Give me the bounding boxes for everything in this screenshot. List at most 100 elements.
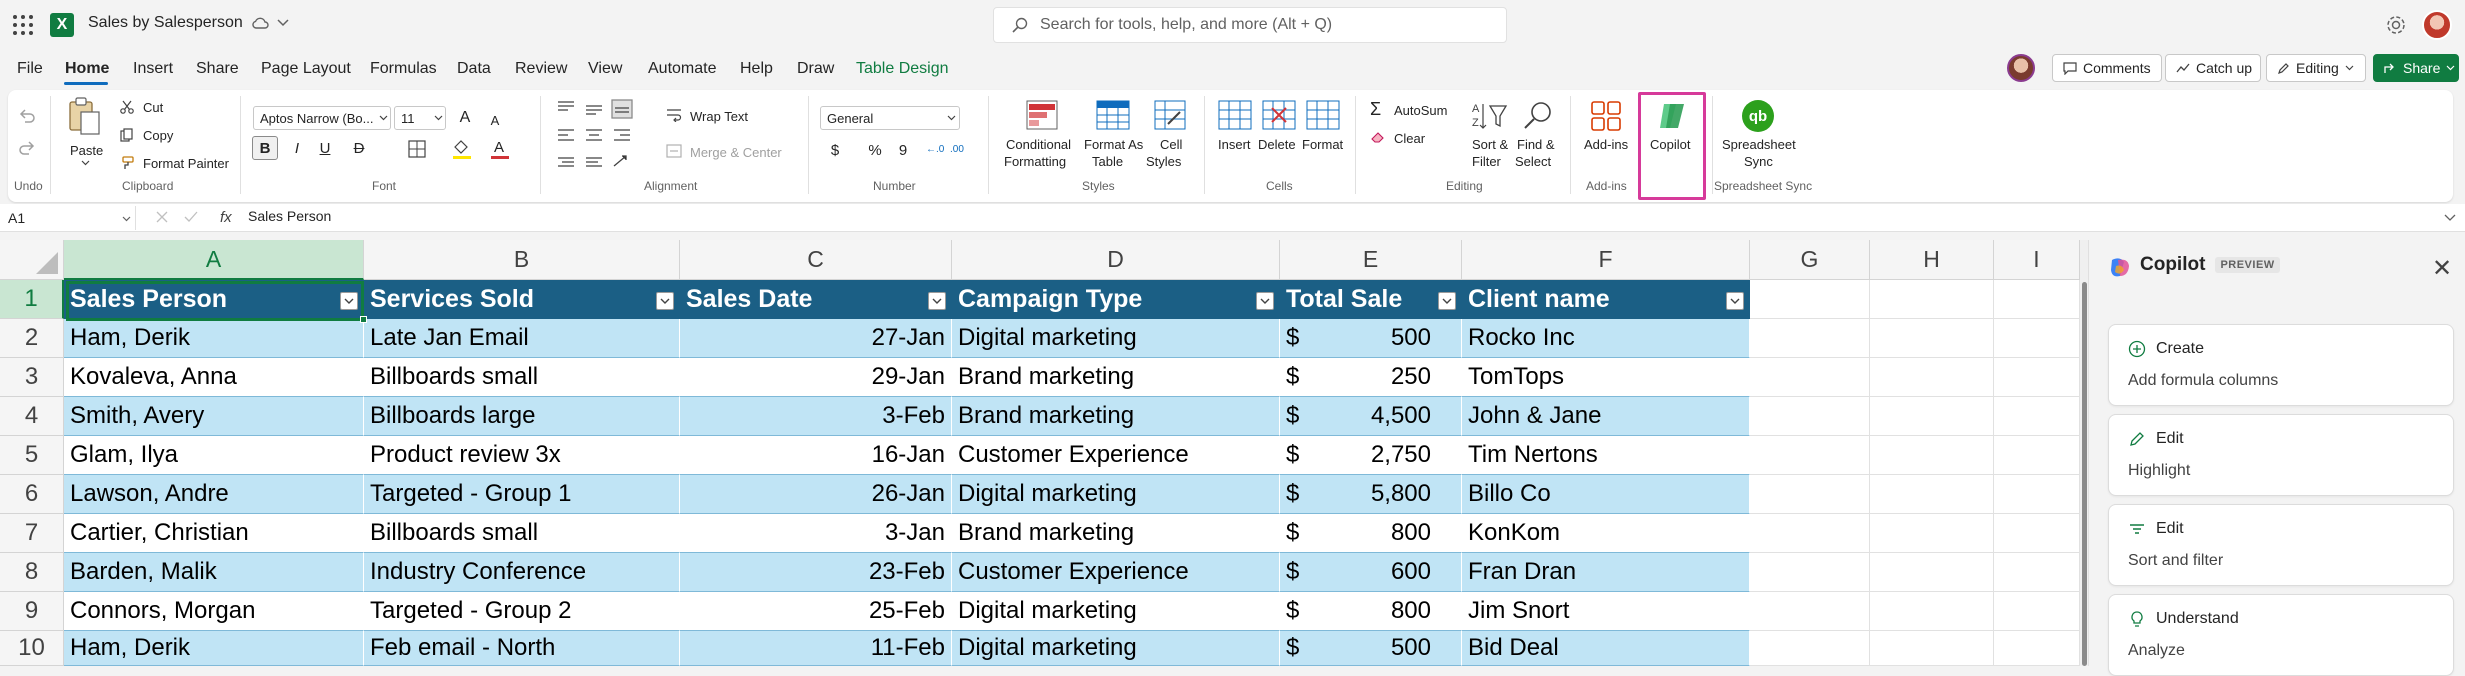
tab-page-layout[interactable]: Page Layout xyxy=(261,60,351,78)
table-cell[interactable]: Billboards large xyxy=(364,397,680,436)
column-header-i[interactable]: I xyxy=(1994,240,2080,280)
header-cell-b[interactable]: Services Sold xyxy=(364,280,680,319)
table-cell[interactable]: 3-Jan xyxy=(680,514,952,553)
copilot-card-analyze[interactable] xyxy=(2108,594,2454,676)
tab-review[interactable]: Review xyxy=(515,60,567,78)
table-cell[interactable]: $600 xyxy=(1280,553,1462,592)
table-cell[interactable]: Customer Experience xyxy=(952,436,1280,475)
document-title[interactable]: Sales by Salesperson xyxy=(88,14,289,32)
row-header[interactable]: 1 xyxy=(0,280,64,319)
table-cell[interactable]: Digital marketing xyxy=(952,631,1280,666)
empty-cell[interactable] xyxy=(1750,319,1870,358)
table-cell[interactable]: Digital marketing xyxy=(952,592,1280,631)
currency-button[interactable]: $ xyxy=(822,138,848,162)
table-cell[interactable]: Targeted - Group 1 xyxy=(364,475,680,514)
filter-dropdown-icon[interactable] xyxy=(1256,292,1274,310)
table-cell[interactable]: Tim Nertons xyxy=(1462,436,1750,475)
tab-insert[interactable]: Insert xyxy=(133,60,173,78)
collaborator-avatar[interactable] xyxy=(2007,54,2035,82)
increase-decimal-icon[interactable]: ←.0 .00 xyxy=(926,140,970,158)
row-header[interactable]: 3 xyxy=(0,358,64,397)
fill-handle[interactable] xyxy=(360,316,367,323)
format-cells-icon[interactable] xyxy=(1306,100,1340,130)
table-cell[interactable]: Barden, Malik xyxy=(64,553,364,592)
filter-dropdown-icon[interactable] xyxy=(656,292,674,310)
shrink-font-button[interactable]: A xyxy=(482,108,508,132)
format-as-table-icon[interactable] xyxy=(1096,100,1130,130)
table-cell[interactable]: Jim Snort xyxy=(1462,592,1750,631)
table-cell[interactable]: Customer Experience xyxy=(952,553,1280,592)
undo-icon[interactable] xyxy=(18,108,36,124)
table-cell[interactable]: Product review 3x xyxy=(364,436,680,475)
table-cell[interactable]: Ham, Derik xyxy=(64,319,364,358)
table-cell[interactable]: $250 xyxy=(1280,358,1462,397)
tab-home[interactable]: Home xyxy=(65,60,109,78)
table-cell[interactable]: 27-Jan xyxy=(680,319,952,358)
empty-cell[interactable] xyxy=(1994,319,2080,358)
table-cell[interactable]: KonKom xyxy=(1462,514,1750,553)
table-cell[interactable]: Kovaleva, Anna xyxy=(64,358,364,397)
table-cell[interactable]: John & Jane xyxy=(1462,397,1750,436)
empty-cell[interactable] xyxy=(1870,358,1994,397)
cell-styles-button-line2[interactable]: Styles xyxy=(1146,154,1181,169)
clear-button[interactable]: Clear xyxy=(1394,131,1425,146)
filter-dropdown-icon[interactable] xyxy=(928,292,946,310)
quickbooks-logo-icon[interactable]: qb xyxy=(1742,100,1774,132)
table-cell[interactable]: Smith, Avery xyxy=(64,397,364,436)
empty-cell[interactable] xyxy=(1750,358,1870,397)
name-box[interactable]: A1 xyxy=(6,206,136,230)
empty-cell[interactable] xyxy=(1870,592,1994,631)
table-cell[interactable]: Cartier, Christian xyxy=(64,514,364,553)
empty-cell[interactable] xyxy=(1750,553,1870,592)
empty-cell[interactable] xyxy=(1870,319,1994,358)
font-family-select[interactable]: Aptos Narrow (Bo... xyxy=(253,106,391,130)
cell-styles-icon[interactable] xyxy=(1154,100,1186,130)
row-header[interactable]: 8 xyxy=(0,553,64,592)
avatar[interactable] xyxy=(2422,10,2452,40)
catch-up-button[interactable]: Catch up xyxy=(2165,54,2261,82)
tab-table-design[interactable]: Table Design xyxy=(856,60,949,78)
add-ins-button[interactable]: Add-ins xyxy=(1584,137,1628,152)
column-header-e[interactable]: E xyxy=(1280,240,1462,280)
italic-button[interactable]: I xyxy=(284,136,310,160)
table-cell[interactable]: Industry Conference xyxy=(364,553,680,592)
font-color-icon[interactable]: A xyxy=(490,138,510,160)
spreadsheet-sync-button-line2[interactable]: Sync xyxy=(1744,154,1773,169)
empty-cell[interactable] xyxy=(1870,280,1994,319)
redo-icon[interactable] xyxy=(18,140,36,156)
header-cell-e[interactable]: Total Sale xyxy=(1280,280,1462,319)
table-cell[interactable]: $4,500 xyxy=(1280,397,1462,436)
table-cell[interactable]: 25-Feb xyxy=(680,592,952,631)
empty-cell[interactable] xyxy=(1994,514,2080,553)
delete-cells-icon[interactable] xyxy=(1262,100,1296,130)
search-input[interactable]: Search for tools, help, and more (Alt + … xyxy=(993,7,1507,43)
table-cell[interactable]: Fran Dran xyxy=(1462,553,1750,592)
row-header[interactable]: 9 xyxy=(0,592,64,631)
tab-help[interactable]: Help xyxy=(740,60,773,78)
borders-icon[interactable] xyxy=(408,140,426,158)
empty-cell[interactable] xyxy=(1750,475,1870,514)
table-cell[interactable]: Digital marketing xyxy=(952,319,1280,358)
empty-cell[interactable] xyxy=(1994,397,2080,436)
empty-cell[interactable] xyxy=(1870,475,1994,514)
cancel-icon[interactable] xyxy=(156,211,168,223)
table-cell[interactable]: 23-Feb xyxy=(680,553,952,592)
empty-cell[interactable] xyxy=(1750,631,1870,666)
column-header-d[interactable]: D xyxy=(952,240,1280,280)
column-header-c[interactable]: C xyxy=(680,240,952,280)
table-cell[interactable]: 11-Feb xyxy=(680,631,952,666)
row-header[interactable]: 7 xyxy=(0,514,64,553)
empty-cell[interactable] xyxy=(1750,436,1870,475)
close-icon[interactable]: ✕ xyxy=(2432,254,2452,283)
autosum-button[interactable]: AutoSum xyxy=(1394,103,1447,118)
table-cell[interactable]: $5,800 xyxy=(1280,475,1462,514)
delete-cells-button[interactable]: Delete xyxy=(1258,137,1296,152)
find-select-button-line2[interactable]: Select xyxy=(1515,154,1551,169)
format-painter-button[interactable]: Format Painter xyxy=(143,156,229,171)
empty-cell[interactable] xyxy=(1750,397,1870,436)
tab-file[interactable]: File xyxy=(17,60,43,78)
table-cell[interactable]: 29-Jan xyxy=(680,358,952,397)
find-select-icon[interactable] xyxy=(1522,100,1554,132)
empty-cell[interactable] xyxy=(1750,514,1870,553)
copy-button[interactable]: Copy xyxy=(143,128,173,143)
